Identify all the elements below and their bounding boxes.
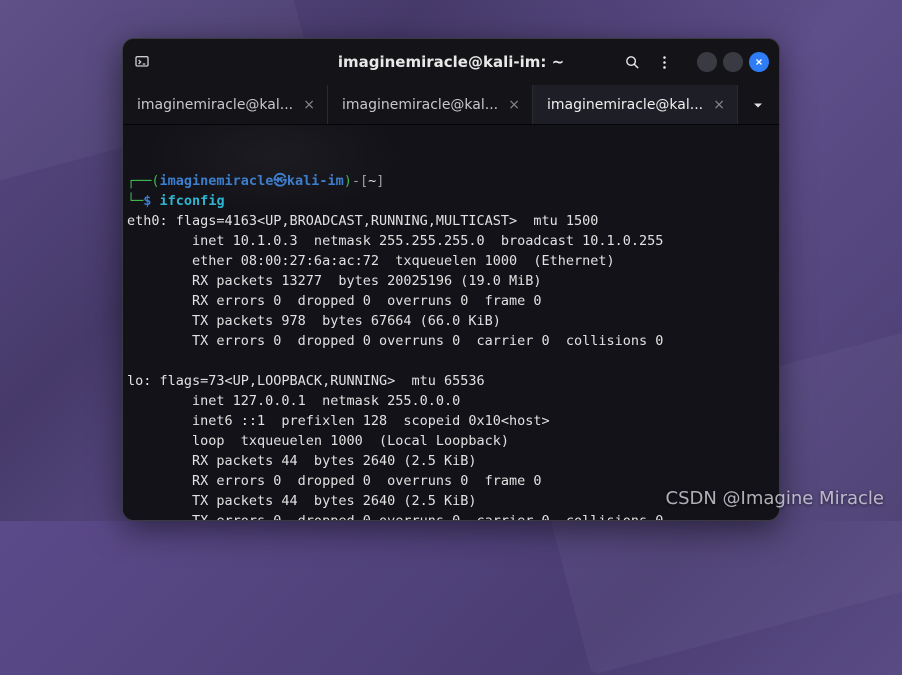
output-line: RX errors 0 dropped 0 overruns 0 frame 0 — [127, 293, 542, 309]
terminal-window: imaginemiracle@kali-im: ~ imaginemiracle… — [122, 38, 780, 521]
output-line: inet 127.0.0.1 netmask 255.0.0.0 — [127, 393, 460, 409]
search-icon[interactable] — [623, 53, 641, 71]
close-button[interactable] — [749, 52, 769, 72]
prompt-bracket: -[ — [352, 173, 368, 189]
output-line: RX errors 0 dropped 0 overruns 0 frame 0 — [127, 473, 542, 489]
tab-1[interactable]: imaginemiracle@kal... × — [123, 85, 328, 124]
output-line: RX packets 13277 bytes 20025196 (19.0 Mi… — [127, 273, 542, 289]
tab-label: imaginemiracle@kal... — [137, 97, 293, 113]
window-controls — [697, 52, 769, 72]
tab-label: imaginemiracle@kal... — [547, 97, 703, 113]
prompt-close: ) — [344, 173, 352, 189]
output-line: TX errors 0 dropped 0 overruns 0 carrier… — [127, 333, 663, 349]
new-tab-button[interactable] — [738, 85, 778, 124]
tab-close-icon[interactable]: × — [709, 97, 729, 113]
tab-3[interactable]: imaginemiracle@kal... × — [533, 85, 738, 124]
output-line: loop txqueuelen 1000 (Local Loopback) — [127, 433, 509, 449]
tab-close-icon[interactable]: × — [504, 97, 524, 113]
maximize-button[interactable] — [723, 52, 743, 72]
tab-label: imaginemiracle@kal... — [342, 97, 498, 113]
output-line: inet6 ::1 prefixlen 128 scopeid 0x10<hos… — [127, 413, 550, 429]
prompt-sep: ㉿ — [273, 173, 287, 189]
prompt-host: kali-im — [287, 173, 344, 189]
app-icon — [133, 53, 151, 71]
tab-bar: imaginemiracle@kal... × imaginemiracle@k… — [123, 85, 779, 125]
output-line: eth0: flags=4163<UP,BROADCAST,RUNNING,MU… — [127, 213, 598, 229]
output-line: TX errors 0 dropped 0 overruns 0 carrier… — [127, 513, 663, 520]
output-line: RX packets 44 bytes 2640 (2.5 KiB) — [127, 453, 477, 469]
prompt-user: imaginemiracle — [160, 173, 274, 189]
output-line: inet 10.1.0.3 netmask 255.255.255.0 broa… — [127, 233, 663, 249]
output-line: ether 08:00:27:6a:ac:72 txqueuelen 1000 … — [127, 253, 615, 269]
minimize-button[interactable] — [697, 52, 717, 72]
titlebar[interactable]: imaginemiracle@kali-im: ~ — [123, 39, 779, 85]
output-line: lo: flags=73<UP,LOOPBACK,RUNNING> mtu 65… — [127, 373, 485, 389]
prompt-char: $ — [143, 193, 151, 209]
output-line: TX packets 44 bytes 2640 (2.5 KiB) — [127, 493, 477, 509]
tab-2[interactable]: imaginemiracle@kal... × — [328, 85, 533, 124]
command-text: ifconfig — [160, 193, 225, 209]
output-line: TX packets 978 bytes 67664 (66.0 KiB) — [127, 313, 501, 329]
prompt-bracket-close: ] — [376, 173, 384, 189]
menu-icon[interactable] — [655, 53, 673, 71]
terminal-output[interactable]: ┌──(imaginemiracle㉿kali-im)-[~] └─$ ifco… — [123, 125, 779, 520]
prompt-open: ( — [151, 173, 159, 189]
tab-close-icon[interactable]: × — [299, 97, 319, 113]
